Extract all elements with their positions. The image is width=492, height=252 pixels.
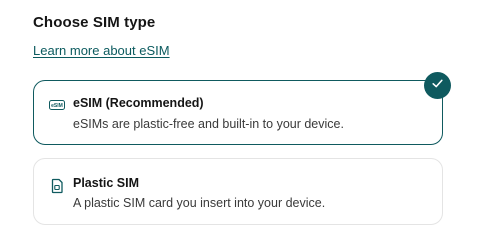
esim-option-label: eSIM (Recommended) <box>73 96 204 110</box>
esim-option-description: eSIMs are plastic-free and built-in to y… <box>73 117 344 131</box>
plastic-sim-option-description: A plastic SIM card you insert into your … <box>73 196 326 210</box>
esim-icon-text: eSIM <box>51 103 63 109</box>
esim-icon: eSIM <box>49 97 65 113</box>
sim-card-icon <box>49 178 65 194</box>
selected-check-badge <box>424 72 451 99</box>
checkmark-icon <box>431 77 444 95</box>
choose-sim-type-section: Choose SIM type Learn more about eSIM eS… <box>0 0 492 252</box>
section-title: Choose SIM type <box>33 14 156 31</box>
learn-more-esim-link[interactable]: Learn more about eSIM <box>33 43 170 58</box>
plastic-sim-option-label: Plastic SIM <box>73 176 139 190</box>
esim-option-card[interactable]: eSIM eSIM (Recommended) eSIMs are plasti… <box>33 80 443 145</box>
plastic-sim-option-card[interactable]: Plastic SIM A plastic SIM card you inser… <box>33 158 443 225</box>
